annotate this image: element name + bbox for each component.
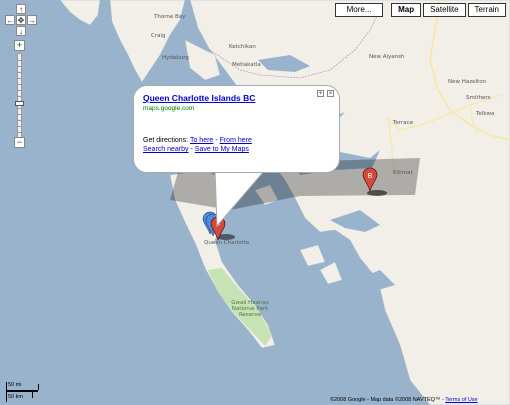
- pan-center-icon[interactable]: ✥: [16, 15, 26, 25]
- zoom-out-button[interactable]: −: [14, 137, 25, 148]
- place-thorne-bay: Thorne Bay: [154, 14, 186, 20]
- map-type-terrain-button[interactable]: Terrain: [467, 3, 506, 17]
- place-metlakatla: Metlakatla: [232, 62, 261, 68]
- zoom-slider-track[interactable]: [15, 53, 24, 139]
- marker-b[interactable]: B: [361, 167, 391, 199]
- marker-b-label: B: [368, 173, 373, 180]
- place-telkwa: Telkwa: [476, 111, 495, 117]
- directions-line: Get directions: To here - From here: [143, 137, 330, 144]
- map-type-map-button[interactable]: Map: [391, 3, 422, 17]
- info-host: maps.google.com: [143, 105, 195, 112]
- zoom-in-button[interactable]: +: [14, 40, 25, 51]
- place-hydaburg: Hydaburg: [162, 55, 189, 61]
- pan-up-icon[interactable]: ↑: [16, 4, 26, 14]
- place-kitimat: Kitimat: [393, 170, 413, 176]
- place-ketchikan: Ketchikan: [229, 44, 256, 50]
- place-craig: Craig: [151, 33, 166, 39]
- place-gwaii-haanas: Gwaii Haanas National Park Reserve: [231, 300, 269, 318]
- directions-prefix: Get directions:: [143, 137, 189, 144]
- to-here-link[interactable]: To here: [190, 137, 213, 144]
- terms-of-use-link[interactable]: Terms of Use: [445, 397, 477, 403]
- place-terrace: Terrace: [393, 120, 414, 126]
- place-smithers: Smithers: [466, 95, 491, 101]
- scale-km: 50 km: [8, 394, 23, 400]
- info-window-tail: [214, 168, 267, 228]
- copyright-text: ©2008 Google - Map data ©2008 NAVTEQ™ -: [330, 397, 444, 403]
- map-type-satellite-button[interactable]: Satellite: [423, 3, 466, 17]
- pan-down-icon[interactable]: ↓: [16, 26, 26, 36]
- directions-separator: -: [215, 137, 218, 144]
- pan-left-icon[interactable]: ←: [5, 15, 15, 25]
- map-type-control: More... Map Satellite Terrain: [333, 3, 506, 17]
- save-to-my-maps-link[interactable]: Save to My Maps: [195, 146, 249, 153]
- place-new-hazelton: New Hazelton: [448, 79, 487, 85]
- search-separator: -: [190, 146, 193, 153]
- search-nearby-link[interactable]: Search nearby: [143, 146, 189, 153]
- more-button[interactable]: More...: [335, 3, 384, 17]
- info-window: + × Queen Charlotte Islands BC maps.goog…: [133, 85, 340, 173]
- close-icon[interactable]: ×: [327, 90, 334, 97]
- pan-right-icon[interactable]: →: [27, 15, 37, 25]
- scale-miles: 50 mi: [8, 382, 22, 388]
- map-canvas[interactable]: Thorne Bay Craig Hydaburg Ketchikan Metl…: [0, 0, 510, 405]
- search-line: Search nearby - Save to My Maps: [143, 146, 330, 153]
- zoom-slider-handle[interactable]: [15, 101, 24, 106]
- maximize-icon[interactable]: +: [317, 90, 324, 97]
- info-title-link[interactable]: Queen Charlotte Islands BC: [143, 93, 330, 103]
- place-new-aiyansh: New Aiyansh: [369, 54, 405, 60]
- from-here-link[interactable]: From here: [220, 137, 252, 144]
- copyright: ©2008 Google - Map data ©2008 NAVTEQ™ - …: [330, 397, 478, 403]
